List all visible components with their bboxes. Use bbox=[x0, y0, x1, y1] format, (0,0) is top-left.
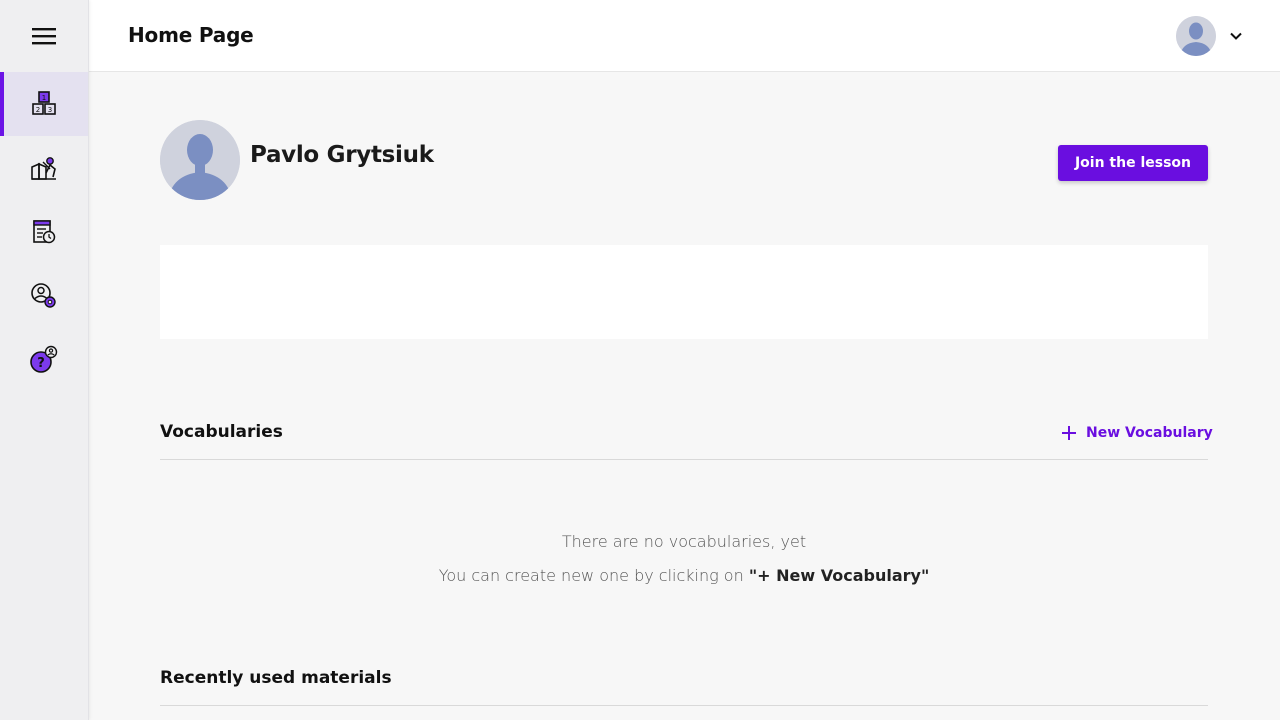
top-header: Home Page bbox=[89, 0, 1280, 72]
sidebar-item-schedule[interactable] bbox=[0, 200, 88, 264]
blocks-icon: 1 2 3 bbox=[32, 91, 56, 115]
recent-materials-heading: Recently used materials bbox=[160, 668, 392, 688]
sidebar-item-home[interactable]: 1 2 3 bbox=[0, 72, 88, 136]
new-vocabulary-button[interactable]: New Vocabulary bbox=[1060, 422, 1213, 444]
user-settings-icon bbox=[31, 283, 56, 308]
plus-icon bbox=[1062, 426, 1076, 440]
new-vocabulary-label: New Vocabulary bbox=[1086, 425, 1213, 441]
svg-text:?: ? bbox=[37, 356, 45, 371]
sidebar: 1 2 3 ? bbox=[0, 0, 89, 720]
teacher-icon bbox=[31, 157, 56, 180]
empty-state-hint: You can create new one by clicking on "+… bbox=[0, 566, 1280, 585]
sidebar-item-lessons[interactable] bbox=[0, 136, 88, 200]
account-menu-toggle[interactable] bbox=[1229, 28, 1243, 42]
header-avatar[interactable] bbox=[1176, 16, 1216, 56]
chevron-down-icon bbox=[1230, 32, 1242, 40]
svg-text:1: 1 bbox=[42, 94, 46, 102]
user-avatar-icon bbox=[160, 120, 240, 200]
svg-text:3: 3 bbox=[48, 106, 52, 114]
empty-state-hint-text: You can create new one by clicking on bbox=[438, 566, 749, 585]
sidebar-item-profile-settings[interactable] bbox=[0, 264, 88, 328]
help-icon: ? bbox=[30, 345, 58, 373]
hamburger-icon bbox=[32, 28, 56, 45]
svg-text:2: 2 bbox=[36, 106, 40, 114]
join-lesson-button[interactable]: Join the lesson bbox=[1058, 145, 1208, 181]
profile-avatar bbox=[160, 120, 240, 200]
sidebar-item-help[interactable]: ? bbox=[0, 328, 88, 392]
empty-state-hint-emphasis: "+ New Vocabulary" bbox=[748, 566, 930, 585]
empty-state-message: There are no vocabularies, yet bbox=[561, 532, 807, 551]
hamburger-menu-button[interactable] bbox=[22, 18, 66, 54]
profile-name: Pavlo Grytsiuk bbox=[250, 142, 434, 168]
page-title: Home Page bbox=[128, 23, 254, 47]
info-card bbox=[160, 245, 1208, 339]
user-avatar-icon bbox=[1176, 16, 1216, 56]
vocabularies-heading: Vocabularies bbox=[160, 422, 283, 442]
section-divider bbox=[160, 459, 1208, 460]
schedule-icon bbox=[33, 220, 56, 244]
section-divider bbox=[160, 705, 1208, 706]
